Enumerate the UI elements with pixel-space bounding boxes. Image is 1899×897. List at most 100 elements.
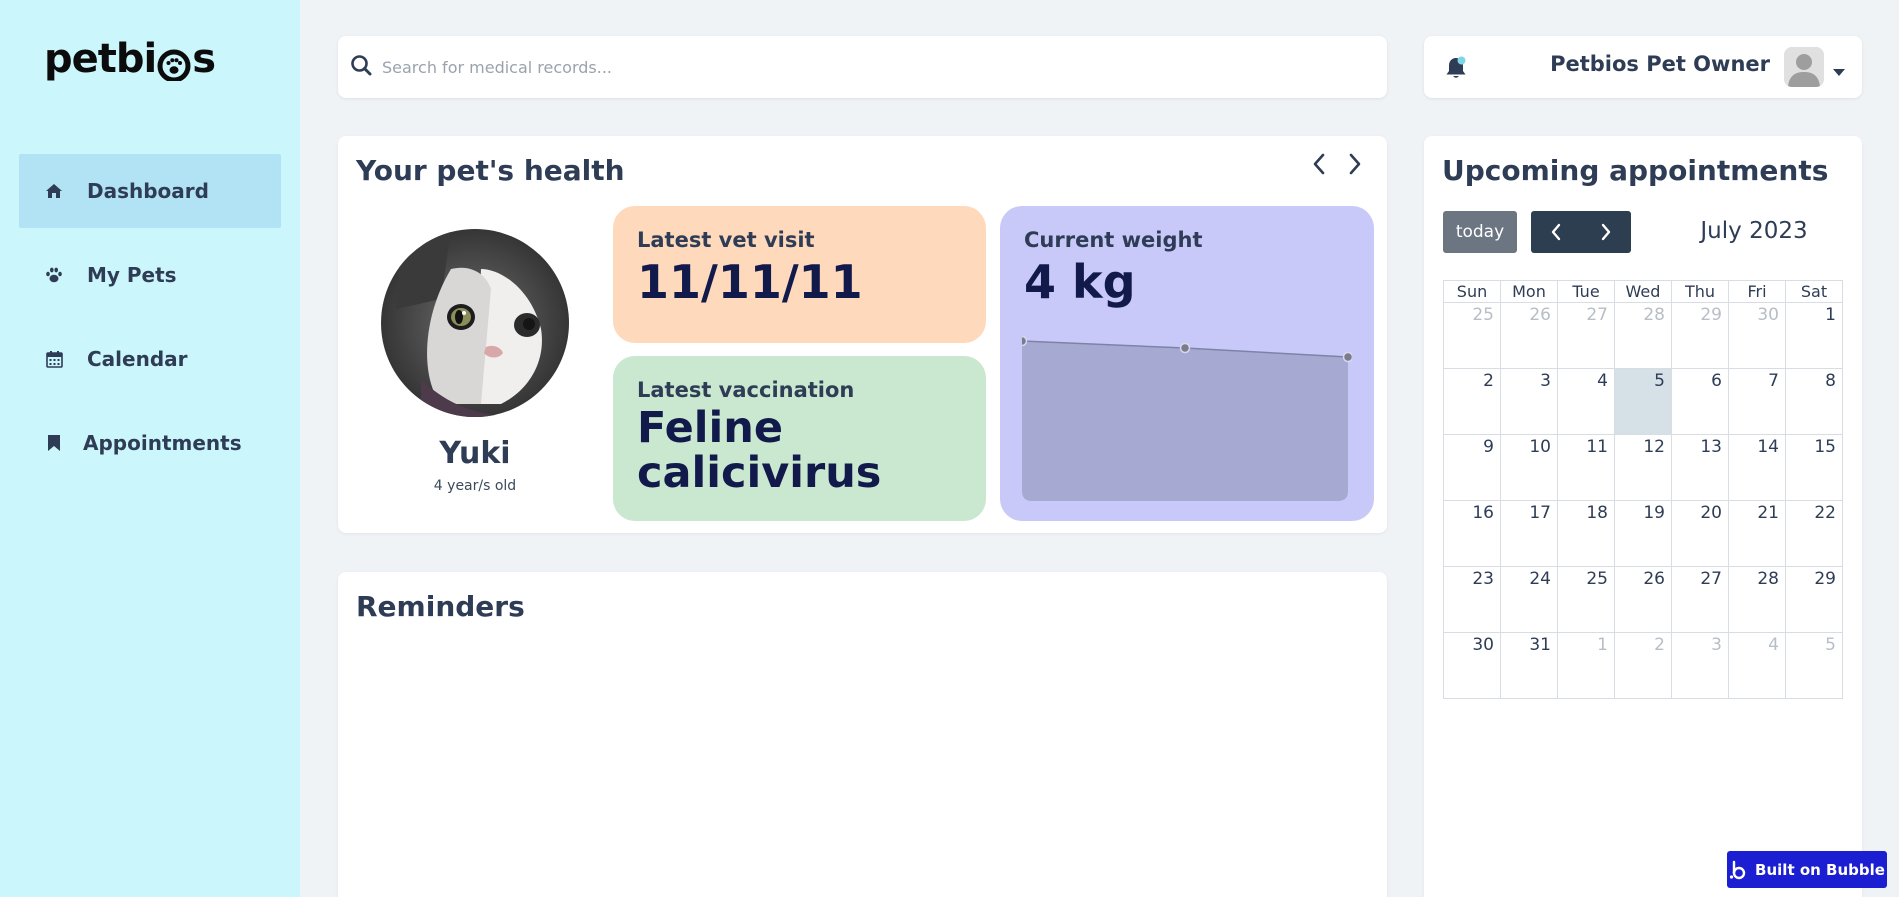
calendar-day[interactable]: 19 [1614,500,1672,567]
calendar-day[interactable]: 4 [1728,632,1786,699]
sidebar-item-appointments[interactable]: Appointments [19,406,281,480]
calendar-week: 16 17 18 19 20 21 22 [1443,500,1843,567]
sidebar: petbi s Dashboard My Pets Calendar Appoi… [0,0,300,897]
appointments-title: Upcoming appointments [1442,154,1829,187]
weight-value: 4 kg [1024,255,1136,309]
calendar-day[interactable]: 8 [1785,368,1843,435]
calendar-day[interactable]: 21 [1728,500,1786,567]
latest-vaccination-tile[interactable]: Latest vaccination Feline calicivirus [613,356,986,521]
sidebar-nav: Dashboard My Pets Calendar Appointments [19,154,281,490]
sidebar-item-dashboard[interactable]: Dashboard [19,154,281,228]
calendar-day[interactable]: 11 [1557,434,1615,501]
upcoming-appointments-card: Upcoming appointments today July 2023 Su… [1424,136,1862,897]
vet-visit-value: 11/11/11 [637,255,863,309]
month-nav [1531,211,1631,253]
calendar-day[interactable]: 26 [1614,566,1672,633]
prev-month-button[interactable] [1531,211,1581,253]
calendar-day[interactable]: 26 [1500,302,1558,369]
next-pet-button[interactable] [1344,150,1366,178]
calendar-day[interactable]: 3 [1671,632,1729,699]
pet-health-card: Your pet's health Yuki 4 year/s old Late… [338,136,1387,533]
calendar-day[interactable]: 28 [1614,302,1672,369]
calendar-day[interactable]: 10 [1500,434,1558,501]
chevron-down-icon[interactable] [1832,62,1846,76]
calendar-day[interactable]: 20 [1671,500,1729,567]
calendar-day[interactable]: 25 [1443,302,1501,369]
previous-pet-button[interactable] [1308,150,1330,178]
calendar-day[interactable]: 5 [1785,632,1843,699]
calendar-day[interactable]: 28 [1728,566,1786,633]
petbios-logo[interactable]: petbi s [44,36,216,83]
search-input[interactable] [382,57,1362,77]
logo-paw-icon [157,45,191,83]
calendar-day[interactable]: 1 [1785,302,1843,369]
calendar-day[interactable]: 27 [1671,566,1729,633]
calendar-day[interactable]: 6 [1671,368,1729,435]
calendar-day[interactable]: 25 [1557,566,1615,633]
user-name[interactable]: Petbios Pet Owner [1550,52,1770,76]
calendar-day-today[interactable]: 5 [1614,368,1672,435]
calendar-week: 23 24 25 26 27 28 29 [1443,566,1843,633]
calendar-day[interactable]: 14 [1728,434,1786,501]
pet-name: Yuki [439,436,511,471]
weekday-header: Fri [1728,280,1786,303]
calendar-icon [43,348,65,370]
search-bar [338,36,1387,98]
weekday-header: Mon [1500,280,1558,303]
pet-switcher [1308,150,1366,178]
calendar-week: 25 26 27 28 29 30 1 [1443,302,1843,369]
calendar-day[interactable]: 13 [1671,434,1729,501]
calendar-day[interactable]: 27 [1557,302,1615,369]
calendar-day[interactable]: 3 [1500,368,1558,435]
user-avatar[interactable] [1784,47,1824,87]
calendar-day[interactable]: 24 [1500,566,1558,633]
calendar-day[interactable]: 23 [1443,566,1501,633]
pet-photo[interactable] [381,229,569,417]
calendar-day[interactable]: 22 [1785,500,1843,567]
search-icon [350,54,372,80]
sidebar-item-my-pets[interactable]: My Pets [19,238,281,312]
built-on-bubble-badge[interactable]: Built on Bubble [1727,851,1887,888]
pet-age: 4 year/s old [433,478,517,494]
sidebar-item-label: Appointments [83,431,242,455]
month-calendar: Sun Mon Tue Wed Thu Fri Sat 25 26 27 28 … [1443,280,1843,699]
calendar-day[interactable]: 12 [1614,434,1672,501]
sidebar-item-calendar[interactable]: Calendar [19,322,281,396]
calendar-day[interactable]: 29 [1785,566,1843,633]
calendar-day[interactable]: 1 [1557,632,1615,699]
logo-text-right: s [192,36,216,82]
calendar-day[interactable]: 29 [1671,302,1729,369]
calendar-week: 9 10 11 12 13 14 15 [1443,434,1843,501]
calendar-day[interactable]: 4 [1557,368,1615,435]
calendar-day[interactable]: 18 [1557,500,1615,567]
weight-trend-chart [1022,335,1352,501]
reminders-title: Reminders [356,590,525,623]
vet-visit-label: Latest vet visit [637,228,815,252]
calendar-day[interactable]: 16 [1443,500,1501,567]
weekday-header-row: Sun Mon Tue Wed Thu Fri Sat [1443,280,1843,303]
sidebar-item-label: Calendar [87,347,188,371]
next-month-button[interactable] [1581,211,1631,253]
weekday-header: Thu [1671,280,1729,303]
paw-icon [43,264,65,286]
weight-point-3 [1342,351,1352,363]
today-button[interactable]: today [1443,211,1517,253]
calendar-day[interactable]: 2 [1443,368,1501,435]
weekday-header: Wed [1614,280,1672,303]
calendar-day[interactable]: 17 [1500,500,1558,567]
calendar-day[interactable]: 30 [1443,632,1501,699]
pet-health-title: Your pet's health [356,154,625,187]
calendar-day[interactable]: 2 [1614,632,1672,699]
current-month-label: July 2023 [1700,218,1808,244]
latest-vet-visit-tile[interactable]: Latest vet visit 11/11/11 [613,206,986,343]
user-header: Petbios Pet Owner [1424,36,1862,98]
calendar-day[interactable]: 9 [1443,434,1501,501]
notification-bell-icon[interactable] [1442,54,1470,82]
weight-point-1 [1022,335,1028,347]
home-icon [43,180,65,202]
calendar-day[interactable]: 31 [1500,632,1558,699]
calendar-day[interactable]: 7 [1728,368,1786,435]
calendar-day[interactable]: 30 [1728,302,1786,369]
current-weight-tile[interactable]: Current weight 4 kg [1000,206,1374,521]
calendar-day[interactable]: 15 [1785,434,1843,501]
